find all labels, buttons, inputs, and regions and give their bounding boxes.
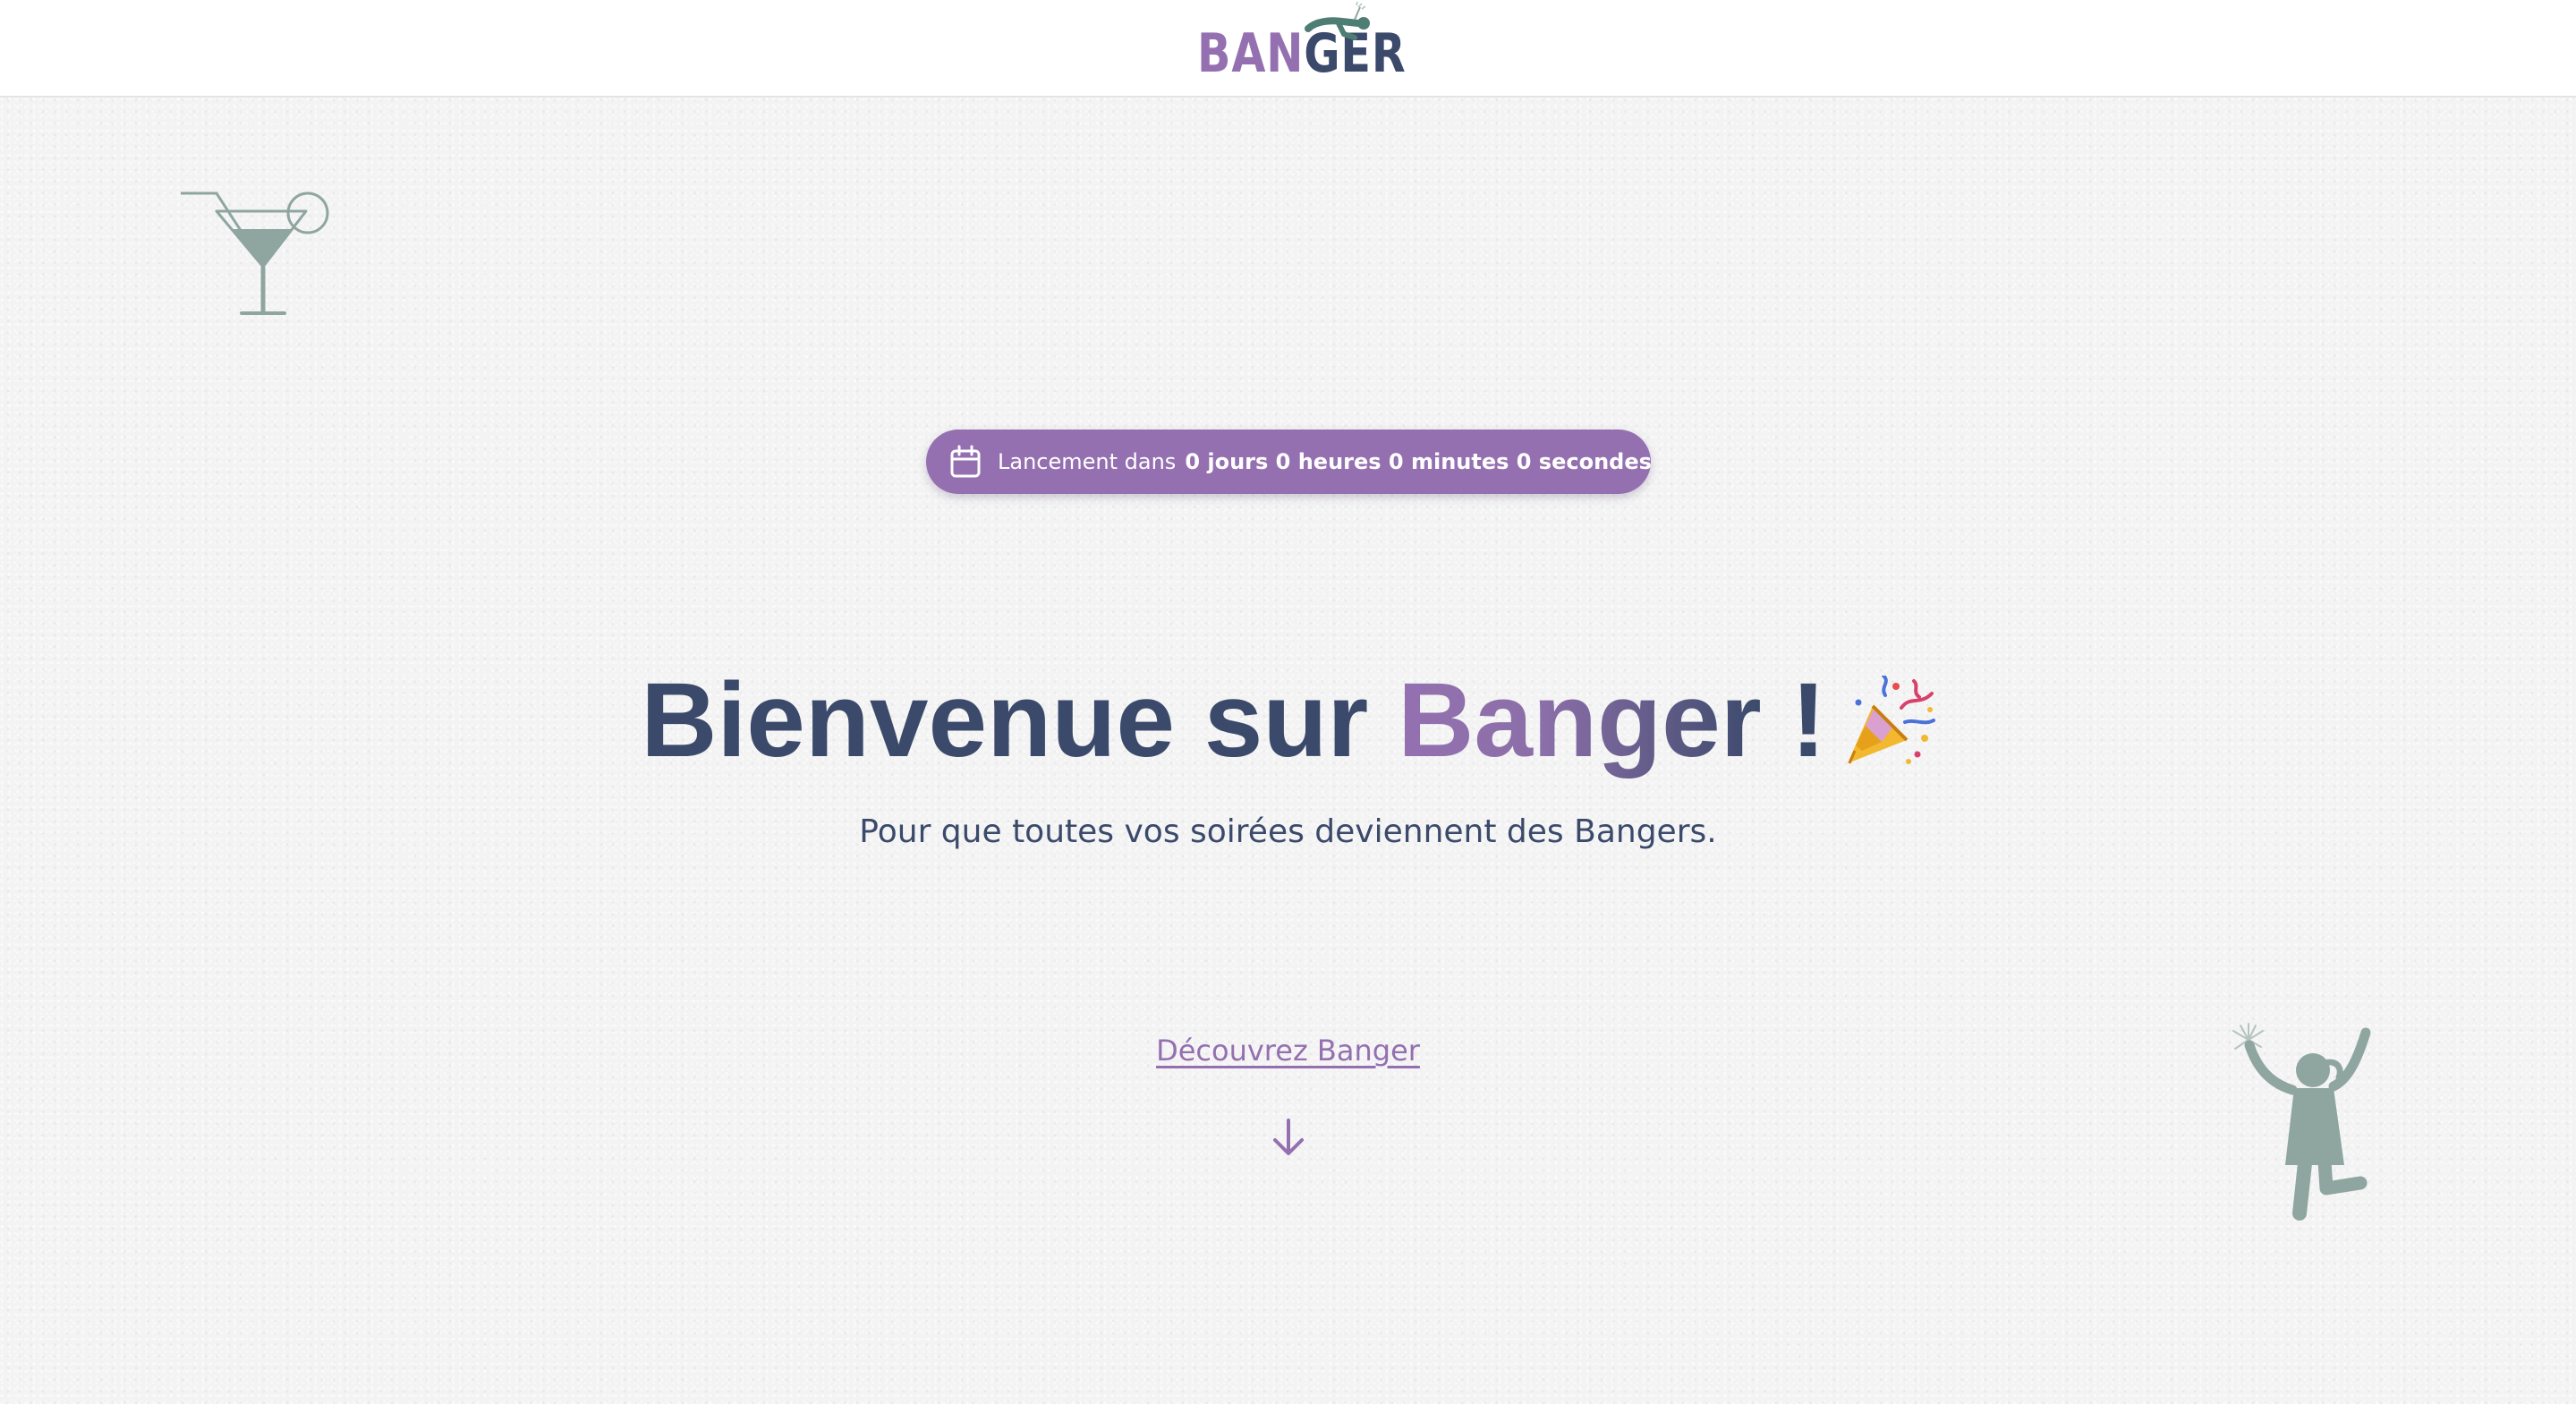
reclining-figure-icon [1305, 2, 1370, 40]
hero-title-prefix: Bienvenue sur [641, 661, 1399, 779]
top-header: BANGER [0, 0, 2576, 98]
countdown-values: 0 jours 0 heures 0 minutes 0 secondes [1185, 449, 1652, 474]
hero-title-suffix: ! [1761, 661, 1826, 779]
logo-wordmark: BANGER [1197, 25, 1407, 82]
hero-title-brand: Banger [1398, 661, 1762, 779]
calendar-icon [950, 445, 981, 478]
countdown-label: Lancement dans [998, 449, 1177, 474]
launch-countdown-badge: Lancement dans 0 jours 0 heures 0 minute… [926, 430, 1652, 494]
discover-link-wrapper: Découvrez Banger [0, 1031, 2576, 1070]
arrow-down-icon[interactable] [1270, 1117, 1307, 1158]
party-popper-icon [1847, 676, 1935, 764]
discover-banger-link[interactable]: Découvrez Banger [1156, 1034, 1420, 1068]
hero-subtitle: Pour que toutes vos soirées deviennent d… [859, 813, 1717, 850]
logo-text-ban: BAN [1197, 22, 1305, 85]
cocktail-glass-icon [181, 191, 329, 315]
hero-title: Bienvenue sur Banger ! [0, 662, 2576, 779]
banger-logo[interactable]: BANGER [1197, 2, 1406, 84]
